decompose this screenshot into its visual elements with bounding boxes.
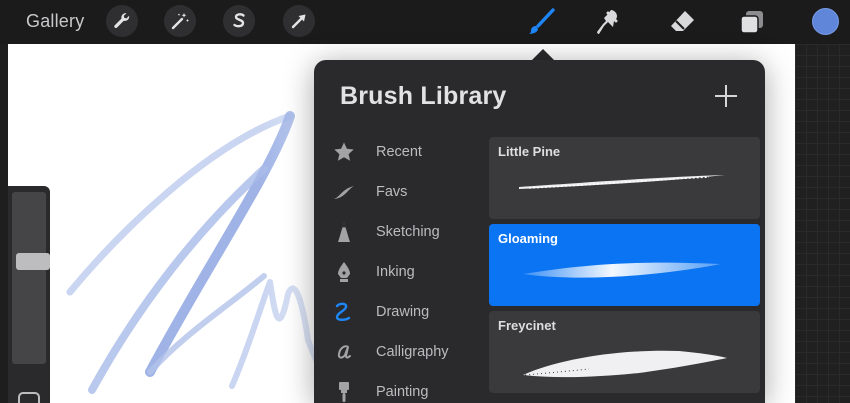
brush-library-panel: Brush Library Recent Favs Sketching Inki… bbox=[314, 60, 765, 403]
category-label: Sketching bbox=[376, 224, 440, 240]
script-a-icon bbox=[330, 338, 358, 366]
brush-item-little-pine[interactable]: Little Pine bbox=[489, 137, 760, 219]
brush-item-freycinet[interactable]: Freycinet bbox=[489, 311, 760, 393]
workspace-background bbox=[795, 44, 850, 403]
wrench-icon[interactable] bbox=[106, 5, 138, 37]
category-label: Drawing bbox=[376, 304, 430, 320]
category-label: Recent bbox=[376, 144, 422, 160]
color-picker-button[interactable] bbox=[812, 8, 839, 35]
paintbrush-icon bbox=[330, 378, 358, 403]
brush-name: Freycinet bbox=[498, 318, 556, 333]
category-favs[interactable]: Favs bbox=[330, 172, 490, 212]
category-calligraphy[interactable]: Calligraphy bbox=[330, 332, 490, 372]
brush-name: Little Pine bbox=[498, 144, 561, 159]
category-drawing[interactable]: Drawing bbox=[330, 292, 490, 332]
smudge-icon[interactable] bbox=[593, 6, 625, 38]
brush-list: Little Pine Gloaming Freycinet bbox=[489, 137, 760, 403]
brush-size-sidebar bbox=[8, 186, 50, 403]
star-icon bbox=[330, 138, 358, 166]
eraser-icon[interactable] bbox=[666, 6, 698, 38]
brush-size-slider[interactable] bbox=[12, 192, 50, 364]
category-inking[interactable]: Inking bbox=[330, 252, 490, 292]
leaf-icon bbox=[330, 178, 358, 206]
modify-button[interactable] bbox=[18, 392, 40, 403]
brush-size-slider-thumb[interactable] bbox=[16, 253, 50, 270]
magic-wand-icon[interactable] bbox=[164, 5, 196, 37]
squiggle-icon bbox=[330, 298, 358, 326]
brush-library-title: Brush Library bbox=[340, 82, 507, 110]
category-recent[interactable]: Recent bbox=[330, 132, 490, 172]
transform-arrow-icon[interactable] bbox=[283, 5, 315, 37]
layers-icon[interactable] bbox=[736, 6, 768, 38]
category-label: Inking bbox=[376, 264, 415, 280]
brush-icon[interactable] bbox=[525, 6, 557, 38]
brush-item-gloaming[interactable]: Gloaming bbox=[489, 224, 760, 306]
gallery-button[interactable]: Gallery bbox=[26, 11, 84, 32]
brush-stroke-preview bbox=[523, 262, 721, 278]
pencil-icon bbox=[330, 218, 358, 246]
pen-nib-icon bbox=[330, 258, 358, 286]
category-label: Calligraphy bbox=[376, 344, 449, 360]
category-label: Painting bbox=[376, 384, 429, 400]
category-label: Favs bbox=[376, 184, 408, 200]
brush-name: Gloaming bbox=[498, 231, 558, 246]
brush-stroke-preview bbox=[523, 350, 727, 378]
add-brush-plus-icon[interactable] bbox=[714, 84, 738, 108]
top-toolbar: Gallery bbox=[0, 0, 850, 44]
brush-stroke-preview bbox=[519, 175, 725, 189]
selection-s-icon[interactable] bbox=[223, 5, 255, 37]
category-sketching[interactable]: Sketching bbox=[330, 212, 490, 252]
category-painting[interactable]: Painting bbox=[330, 372, 490, 403]
